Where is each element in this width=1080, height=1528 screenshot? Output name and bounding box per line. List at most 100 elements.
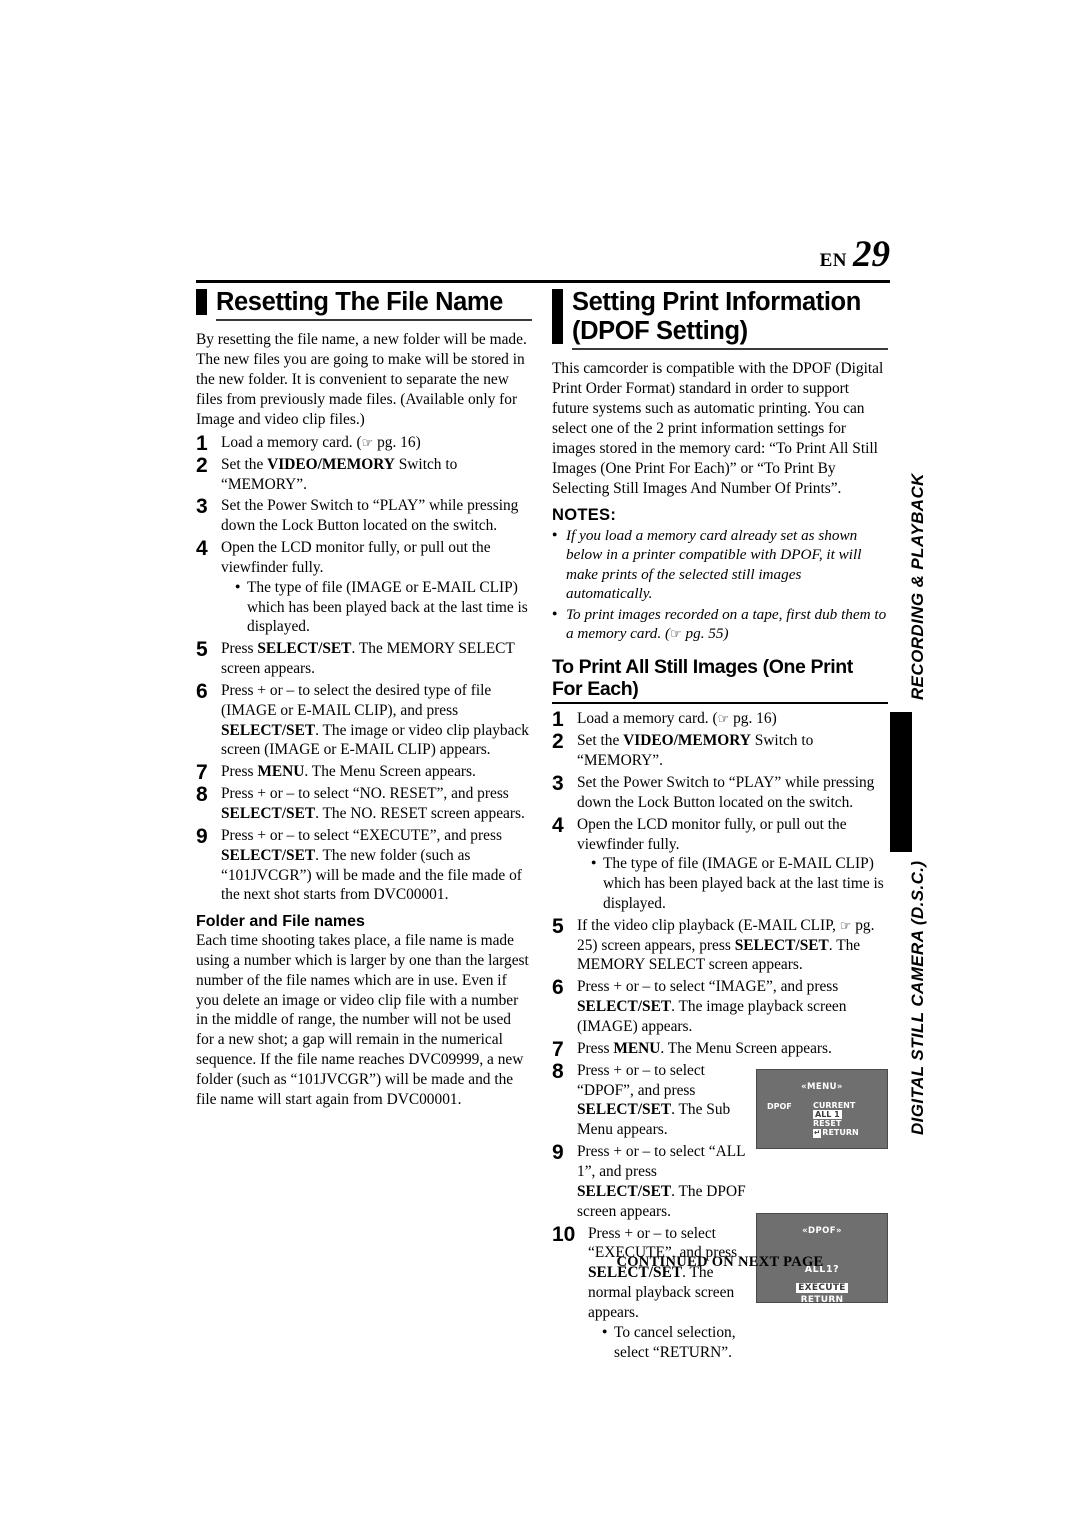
step-number: 2 — [552, 730, 564, 754]
step-number: 3 — [196, 495, 208, 519]
step-number: 9 — [552, 1141, 564, 1165]
step-number: 5 — [552, 914, 564, 938]
step-item: 8 Press + or – to select “DPOF”, and pres… — [552, 1060, 748, 1140]
steps-and-screens-area: 8 Press + or – to select “DPOF”, and pres… — [552, 1060, 888, 1363]
right-heading-underline — [572, 347, 888, 350]
step-number: 10 — [552, 1222, 576, 1246]
lcd-dpof-title: «DPOF» — [802, 1225, 842, 1236]
manual-page: EN 29 Resetting The File Name By resetti… — [0, 0, 1080, 1528]
right-column: Setting Print Information (DPOF Setting)… — [552, 288, 888, 1364]
step-text: Set the Power Switch to “PLAY” while pre… — [577, 774, 875, 811]
left-intro-paragraph: By resetting the file name, a new folder… — [196, 330, 527, 428]
side-tab-recording-playback: RECORDING & PLAYBACK — [908, 473, 927, 700]
side-tab-block-upper — [890, 712, 912, 852]
right-step-list-upper: 1 Load a memory card. (☞ pg. 16) 2 Set the… — [552, 708, 888, 1061]
lcd-menu-screen-figure: «MENU» DPOF CURRENT ALL 1 RESET ↵ RETURN — [756, 1068, 888, 1149]
lcd-menu-body: DPOF CURRENT ALL 1 RESET ↵ RETURN — [757, 1100, 887, 1139]
step-number: 5 — [196, 638, 208, 662]
step-item: 4 Open the LCD monitor fully, or pull out… — [196, 537, 532, 637]
step-text: Open the LCD monitor fully, or pull out … — [577, 815, 847, 853]
step10-bullet-list: To cancel selection, select “RETURN”. — [588, 1323, 748, 1362]
step-item: 7 Press MENU. The Menu Screen appears. — [196, 761, 532, 784]
left-heading-underline — [216, 318, 532, 321]
lcd-dpof-return-option: RETURN — [800, 1294, 844, 1305]
left-section-heading-text: Resetting The File Name — [216, 288, 503, 316]
step-text: If the video clip playback (E-MAIL CLIP,… — [577, 916, 875, 974]
step-item: 3 Set the Power Switch to “PLAY” while pr… — [196, 495, 532, 536]
lcd-menu-left-label: DPOF — [767, 1101, 792, 1111]
bullet-item: The type of file (IMAGE or E-MAIL CLIP) … — [235, 578, 532, 637]
print-all-subsection-heading: To Print All Still Images (One Print For… — [552, 656, 888, 705]
lcd-menu-title: «MENU» — [801, 1081, 843, 1092]
step-text: Press SELECT/SET. The MEMORY SELECT scre… — [221, 640, 515, 677]
page-number-group: EN 29 — [820, 236, 890, 273]
lcd-dpof-execute-option: EXECUTE — [796, 1282, 848, 1293]
folder-file-names-paragraph: Each time shooting takes place, a file n… — [196, 932, 529, 1108]
notes-list: If you load a memory card already set as… — [552, 526, 888, 644]
heading-accent-bar — [196, 289, 207, 315]
step-item: 8 Press + or – to select “NO. RESET”, and… — [196, 783, 532, 824]
step-text: Press + or – to select the desired type … — [221, 681, 529, 759]
step-number: 2 — [196, 453, 208, 477]
header-divider — [196, 280, 890, 283]
step-item: 6 Press + or – to select “IMAGE”, and pre… — [552, 976, 888, 1037]
heading-accent-bar — [552, 289, 563, 344]
step-item: 1 Load a memory card. (☞ pg. 16) — [196, 432, 532, 455]
step-item: 2 Set the VIDEO/MEMORY Switch to “MEMORY”… — [552, 730, 888, 771]
step-item: 4 Open the LCD monitor fully, or pull out… — [552, 813, 888, 914]
step-text: Press + or – to select “ALL 1”, and pres… — [577, 1143, 746, 1220]
step-text: Press + or – to select “EXECUTE”, and pr… — [221, 826, 522, 904]
side-tab-digital-still-camera: DIGITAL STILL CAMERA (D.S.C.) — [908, 860, 927, 1135]
step-number: 4 — [196, 537, 208, 561]
step-number: 9 — [196, 824, 208, 848]
step-item: 9 Press + or – to select “ALL 1”, and pre… — [552, 1141, 748, 1221]
right-section-heading: Setting Print Information (DPOF Setting) — [552, 288, 888, 350]
step-item: 7 Press MENU. The Menu Screen appears. — [552, 1038, 888, 1061]
step-text: Open the LCD monitor fully, or pull out … — [221, 539, 491, 577]
step-item: 5 If the video clip playback (E-MAIL CLIP… — [552, 914, 888, 976]
right-section-heading-text: Setting Print Information (DPOF Setting) — [572, 288, 861, 345]
step-item: 5 Press SELECT/SET. The MEMORY SELECT scr… — [196, 638, 532, 679]
step-number: 8 — [196, 783, 208, 807]
step-text: Set the VIDEO/MEMORY Switch to “MEMORY”. — [577, 732, 814, 770]
step-item: 3 Set the Power Switch to “PLAY” while pr… — [552, 772, 888, 813]
right-step-list-lower: 8 Press + or – to select “DPOF”, and pres… — [552, 1060, 748, 1363]
step-number: 6 — [552, 976, 564, 1000]
lcd-menu-options: CURRENT ALL 1 RESET ↵ RETURN — [813, 1100, 859, 1139]
step-text: Press MENU. The Menu Screen appears. — [577, 1039, 832, 1057]
left-section-heading: Resetting The File Name — [196, 288, 532, 321]
lcd-menu-option-current: CURRENT — [813, 1100, 856, 1110]
step-text: Set the Power Switch to “PLAY” while pre… — [221, 497, 519, 535]
note-item: To print images recorded on a tape, firs… — [552, 605, 888, 644]
step-number: 3 — [552, 772, 564, 796]
step-item: 9 Press + or – to select “EXECUTE”, and p… — [196, 824, 532, 905]
step-text: Load a memory card. (☞ pg. 16) — [221, 433, 421, 451]
step-number: 4 — [552, 813, 564, 837]
bullet-item: To cancel selection, select “RETURN”. — [602, 1323, 748, 1362]
right-intro-paragraph: This camcorder is compatible with the DP… — [552, 359, 884, 497]
step-text: Load a memory card. (☞ pg. 16) — [577, 710, 777, 728]
step4-bullet-list: The type of file (IMAGE or E-MAIL CLIP) … — [577, 854, 888, 913]
step4-bullet-list: The type of file (IMAGE or E-MAIL CLIP) … — [221, 578, 532, 637]
lcd-menu-option-reset: RESET — [813, 1119, 842, 1129]
left-column: Resetting The File Name By resetting the… — [196, 288, 532, 1112]
return-key-icon: ↵ — [813, 1128, 822, 1139]
step-text: Press + or – to select “EXECUTE”, and pr… — [588, 1224, 738, 1321]
step-number: 6 — [196, 679, 208, 703]
language-label: EN — [819, 250, 847, 271]
continued-footer: CONTINUED ON NEXT PAGE — [616, 1254, 824, 1270]
bullet-item: The type of file (IMAGE or E-MAIL CLIP) … — [591, 854, 888, 913]
step-item: 6 Press + or – to select the desired type… — [196, 679, 532, 760]
page-header: EN 29 — [196, 236, 890, 284]
step-text: Press + or – to select “DPOF”, and press… — [577, 1061, 731, 1139]
note-item: If you load a memory card already set as… — [552, 526, 888, 604]
notes-heading: NOTES: — [552, 505, 617, 524]
lcd-menu-option-return: RETURN — [822, 1128, 859, 1138]
left-step-list: 1 Load a memory card. (☞ pg. 16) 2 Set the… — [196, 432, 532, 905]
step-text: Press + or – to select “NO. RESET”, and … — [221, 785, 525, 822]
page-number: 29 — [853, 234, 890, 275]
step-text: Set the VIDEO/MEMORY Switch to “MEMORY”. — [221, 455, 458, 493]
step-item: 1 Load a memory card. (☞ pg. 16) — [552, 708, 888, 731]
print-all-heading-underline — [552, 702, 888, 705]
step-text: Press MENU. The Menu Screen appears. — [221, 763, 476, 781]
